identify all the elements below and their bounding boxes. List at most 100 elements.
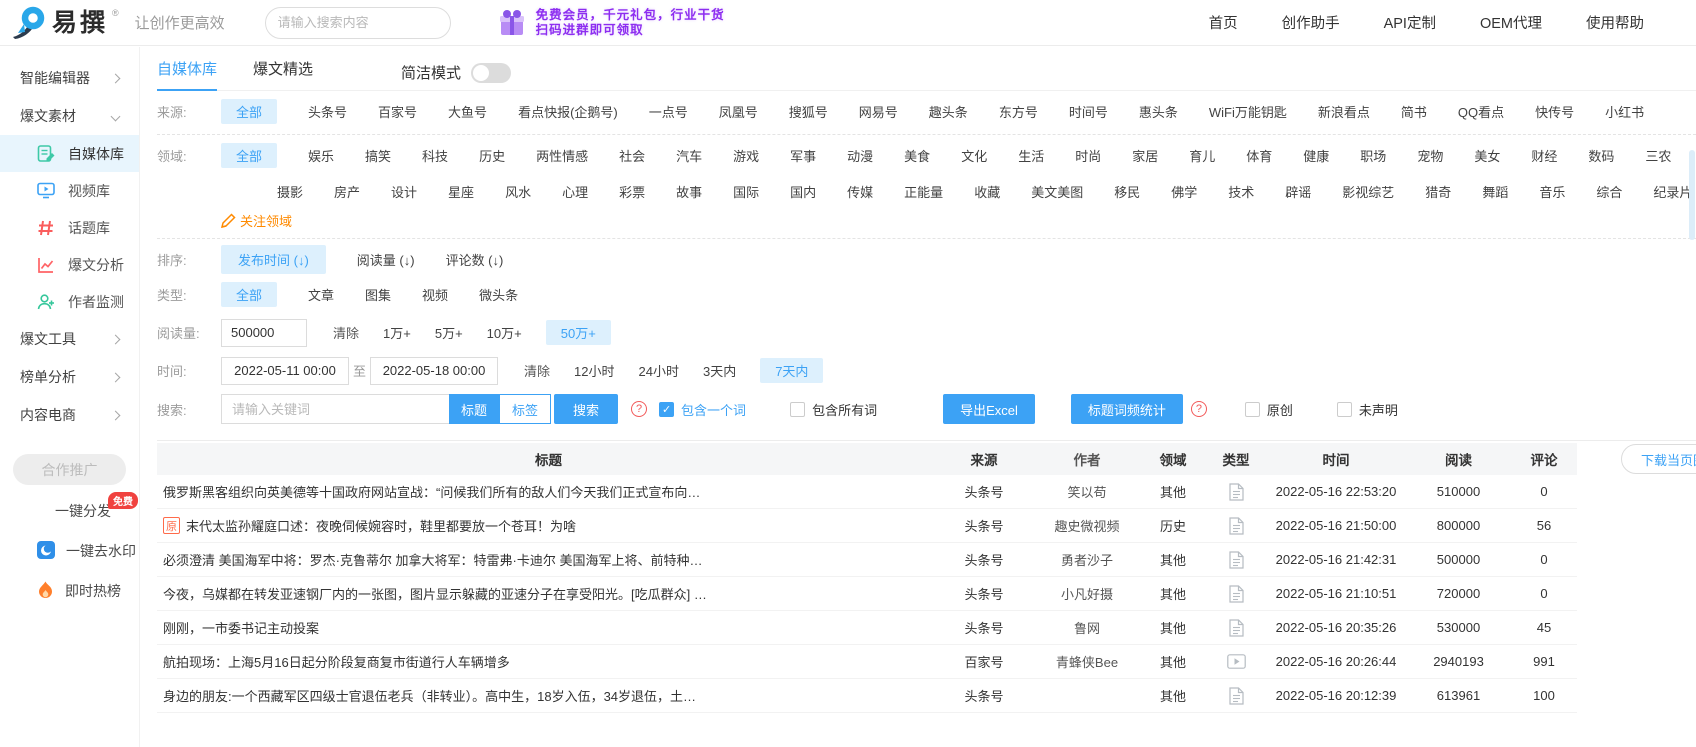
nav-link[interactable]: OEM代理 bbox=[1480, 12, 1542, 33]
domain-option[interactable]: 军事 bbox=[790, 143, 816, 168]
domain-option[interactable]: 音乐 bbox=[1539, 179, 1565, 204]
time-option[interactable]: 24小时 bbox=[639, 358, 679, 383]
search-button[interactable]: 搜索 bbox=[554, 394, 619, 424]
title-word-frequency-button[interactable]: 标题词频统计 bbox=[1070, 394, 1183, 424]
row-title-link[interactable]: 航拍现场：上海5月16日起分阶段复商复市街道行人车辆增多 bbox=[163, 652, 510, 671]
source-option[interactable]: 时间号 bbox=[1069, 99, 1108, 124]
original-checkbox[interactable] bbox=[1244, 401, 1260, 417]
reads-option[interactable]: 50万+ bbox=[545, 320, 611, 345]
reads-min-input[interactable] bbox=[221, 318, 307, 347]
source-option[interactable]: 一点号 bbox=[649, 99, 688, 124]
domain-option[interactable]: 美食 bbox=[904, 143, 930, 168]
sidebar-group-ecommerce[interactable]: 内容电商 bbox=[0, 396, 139, 434]
header-search-input[interactable] bbox=[277, 15, 454, 30]
domain-option[interactable]: 设计 bbox=[391, 179, 417, 204]
type-option[interactable]: 全部 bbox=[221, 282, 278, 307]
domain-option[interactable]: 健康 bbox=[1303, 143, 1329, 168]
time-clear-link[interactable]: 清除 bbox=[524, 361, 550, 380]
domain-option[interactable]: 技术 bbox=[1228, 179, 1254, 204]
domain-option[interactable]: 时尚 bbox=[1075, 143, 1101, 168]
export-excel-button[interactable]: 导出Excel bbox=[943, 394, 1035, 424]
domain-option[interactable]: 纪录片 bbox=[1653, 179, 1692, 204]
domain-option[interactable]: 综合 bbox=[1596, 179, 1622, 204]
domain-option[interactable]: 国内 bbox=[790, 179, 816, 204]
help-icon[interactable]: ? bbox=[1190, 401, 1207, 417]
table-row[interactable]: 原 航拍现场：上海5月16日起分阶段复商复市街道行人车辆增多 百家号 青蜂侠Be… bbox=[157, 645, 1577, 679]
table-row[interactable]: 原 身边的朋友:一个西藏军区四级士官退伍老兵（非转业）。高中生，18岁入伍，34… bbox=[157, 679, 1577, 713]
sidebar-group-hot-tools[interactable]: 爆文工具 bbox=[0, 320, 139, 358]
keyword-input[interactable] bbox=[221, 394, 449, 424]
row-title-link[interactable]: 必须澄清 美国海军中将：罗杰·克鲁蒂尔 加拿大将军：特雷弗·卡迪尔 美国海军上将… bbox=[163, 550, 703, 569]
domain-option[interactable]: 社会 bbox=[619, 143, 645, 168]
domain-option[interactable]: 彩票 bbox=[619, 179, 645, 204]
domain-option[interactable]: 传媒 bbox=[847, 179, 873, 204]
tab-media-library[interactable]: 自媒体库 bbox=[157, 55, 218, 91]
domain-option[interactable]: 辟谣 bbox=[1285, 179, 1311, 204]
domain-option[interactable]: 国际 bbox=[733, 179, 759, 204]
domain-option[interactable]: 三农 bbox=[1645, 143, 1671, 168]
source-option[interactable]: 小红书 bbox=[1605, 99, 1644, 124]
source-option[interactable]: 快传号 bbox=[1535, 99, 1574, 124]
domain-option[interactable]: 生活 bbox=[1018, 143, 1044, 168]
domain-option[interactable]: 影视综艺 bbox=[1342, 179, 1394, 204]
domain-option[interactable]: 风水 bbox=[505, 179, 531, 204]
domain-option[interactable]: 星座 bbox=[448, 179, 474, 204]
sort-option[interactable]: 阅读量 (↓) bbox=[357, 247, 415, 272]
table-row[interactable]: 原 末代太监孙耀庭口述：夜晚伺候婉容时，鞋里都要放一个苍耳！为啥 头条号 趣史微… bbox=[157, 509, 1577, 543]
nav-link[interactable]: API定制 bbox=[1384, 12, 1436, 33]
domain-option[interactable]: 搞笑 bbox=[365, 143, 391, 168]
sidebar-tool-watermark-remove[interactable]: 一键去水印 bbox=[0, 531, 139, 571]
source-option[interactable]: 惠头条 bbox=[1139, 99, 1178, 124]
domain-option[interactable]: 娱乐 bbox=[308, 143, 334, 168]
row-title-link[interactable]: 今夜，乌媒都在转发亚速钢厂内的一张图，图片显示躲藏的亚速分子在享受阳光。[吃瓜群… bbox=[163, 584, 707, 603]
domain-option[interactable]: 数码 bbox=[1588, 143, 1614, 168]
domain-option[interactable]: 家居 bbox=[1132, 143, 1158, 168]
sidebar-item-media-library[interactable]: 自媒体库 bbox=[0, 135, 139, 172]
promo-banner[interactable]: 免费会员，千元礼包，行业干货 扫码进群即可领取 bbox=[497, 8, 725, 38]
domain-option[interactable]: 美文美图 bbox=[1031, 179, 1083, 204]
domain-option[interactable]: 猎奇 bbox=[1425, 179, 1451, 204]
sort-option[interactable]: 发布时间 (↓) bbox=[221, 245, 326, 274]
sidebar-group-material[interactable]: 爆文素材 bbox=[0, 97, 139, 135]
domain-option[interactable]: 汽车 bbox=[676, 143, 702, 168]
source-option[interactable]: 网易号 bbox=[859, 99, 898, 124]
reads-option[interactable]: 5万+ bbox=[435, 320, 463, 345]
source-option[interactable]: 简书 bbox=[1401, 99, 1427, 124]
table-row[interactable]: 原 必须澄清 美国海军中将：罗杰·克鲁蒂尔 加拿大将军：特雷弗·卡迪尔 美国海军… bbox=[157, 543, 1577, 577]
follow-domains-link[interactable]: 关注领域 bbox=[221, 211, 1696, 230]
vertical-scrollbar-thumb[interactable] bbox=[1689, 150, 1695, 240]
reads-option[interactable]: 1万+ bbox=[383, 320, 411, 345]
source-option[interactable]: WiFi万能钥匙 bbox=[1209, 99, 1287, 124]
simple-mode-toggle[interactable] bbox=[471, 62, 512, 83]
coop-promotion-pill[interactable]: 合作推广 bbox=[13, 454, 126, 485]
reads-clear-link[interactable]: 清除 bbox=[333, 323, 359, 342]
search-by-tag-button[interactable]: 标签 bbox=[499, 394, 552, 424]
domain-option[interactable]: 育儿 bbox=[1189, 143, 1215, 168]
source-option[interactable]: 新浪看点 bbox=[1318, 99, 1370, 124]
original-checkbox-row[interactable]: 原创 bbox=[1244, 400, 1293, 419]
undeclared-checkbox-row[interactable]: 未声明 bbox=[1336, 400, 1398, 419]
sidebar-item-hot-analysis[interactable]: 爆文分析 bbox=[0, 246, 139, 283]
reads-option[interactable]: 10万+ bbox=[487, 320, 522, 345]
type-option[interactable]: 微头条 bbox=[479, 282, 518, 307]
domain-option[interactable]: 美女 bbox=[1474, 143, 1500, 168]
type-option[interactable]: 文章 bbox=[308, 282, 334, 307]
domain-option[interactable]: 职场 bbox=[1360, 143, 1386, 168]
contain-one-checkbox[interactable] bbox=[659, 401, 675, 417]
contain-all-checkbox-row[interactable]: 包含所有词 bbox=[790, 400, 877, 419]
domain-option[interactable]: 移民 bbox=[1114, 179, 1140, 204]
source-option[interactable]: 趣头条 bbox=[929, 99, 968, 124]
table-row[interactable]: 原 俄罗斯黑客组织向英美德等十国政府网站宣战：“问候我们所有的敌人们今天我们正式… bbox=[157, 475, 1577, 509]
domain-option[interactable]: 动漫 bbox=[847, 143, 873, 168]
domain-option[interactable]: 宠物 bbox=[1417, 143, 1443, 168]
undeclared-checkbox[interactable] bbox=[1336, 401, 1352, 417]
sidebar-item-author-monitor[interactable]: 作者监测 bbox=[0, 283, 139, 320]
domain-option[interactable]: 正能量 bbox=[904, 179, 943, 204]
domain-option[interactable]: 佛学 bbox=[1171, 179, 1197, 204]
domain-option[interactable]: 故事 bbox=[676, 179, 702, 204]
sidebar-group-smart-editor[interactable]: 智能编辑器 bbox=[0, 59, 139, 97]
nav-link[interactable]: 创作助手 bbox=[1282, 12, 1340, 33]
contain-one-checkbox-row[interactable]: 包含一个词 bbox=[659, 400, 746, 419]
source-option[interactable]: 全部 bbox=[221, 99, 278, 124]
table-row[interactable]: 原 今夜，乌媒都在转发亚速钢厂内的一张图，图片显示躲藏的亚速分子在享受阳光。[吃… bbox=[157, 577, 1577, 611]
